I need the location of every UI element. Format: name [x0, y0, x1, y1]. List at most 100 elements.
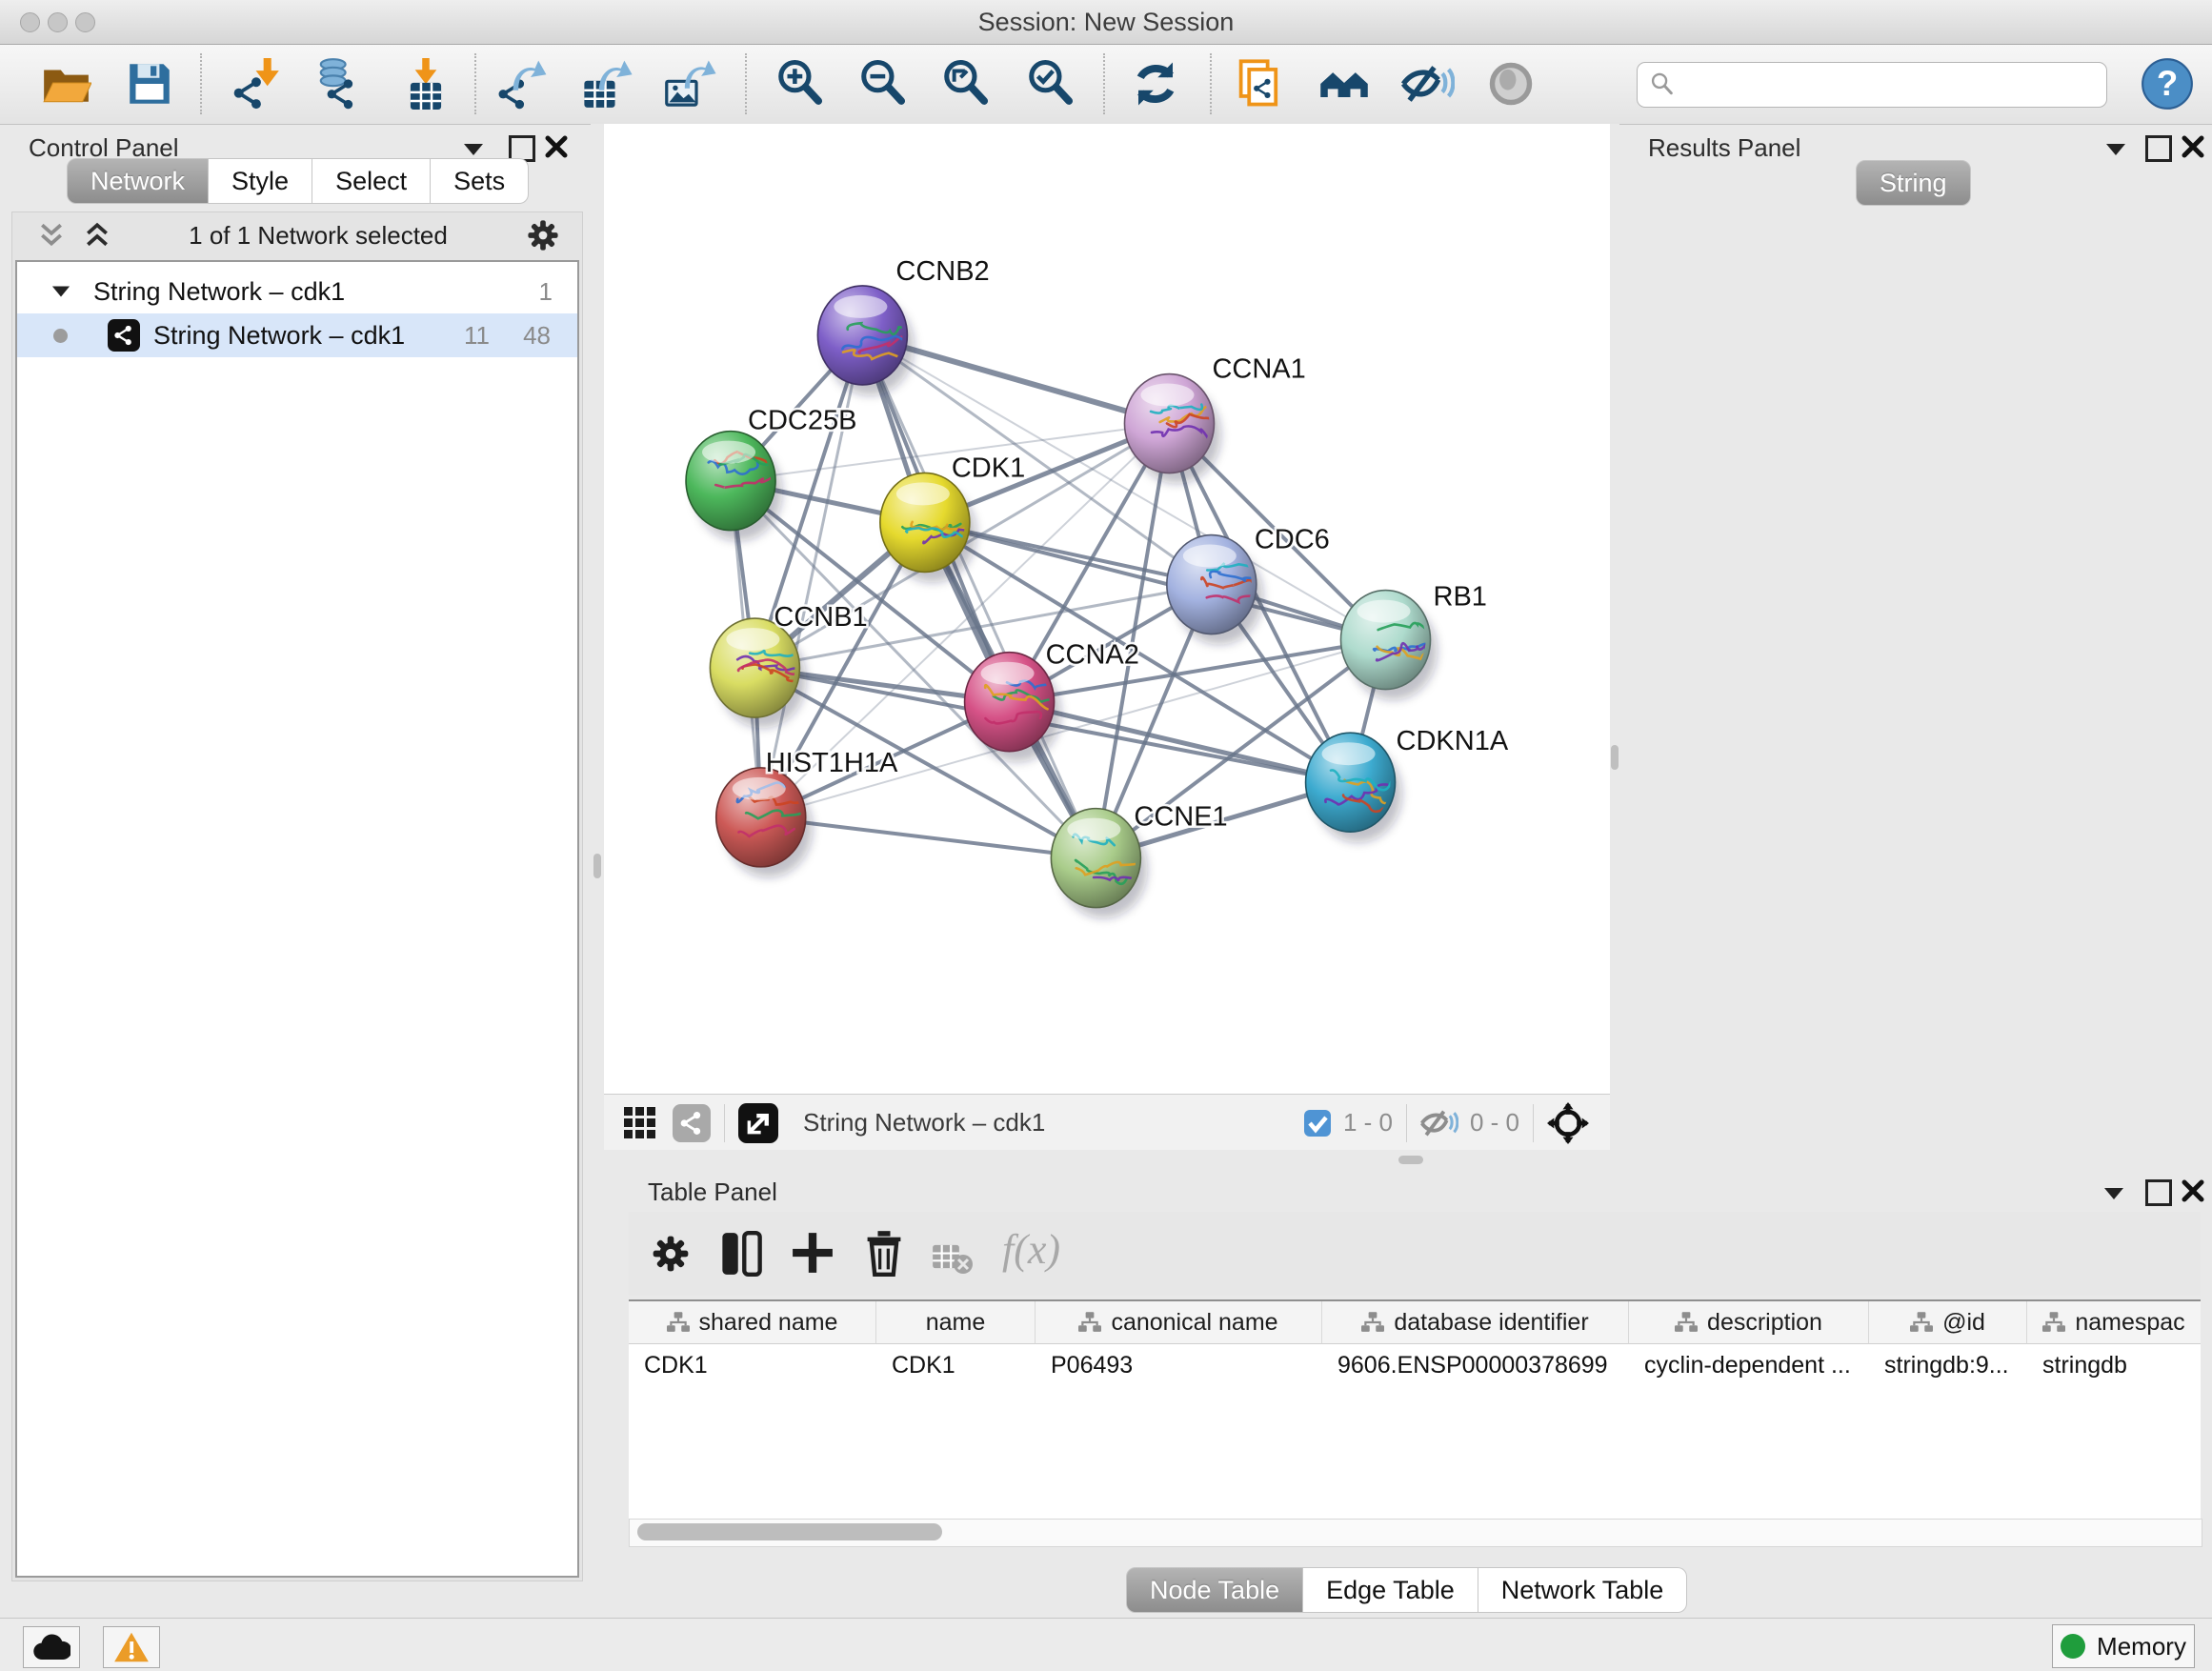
- network-node-RB1[interactable]: [1341, 591, 1438, 700]
- zoom-fit-button[interactable]: [938, 56, 994, 111]
- results-panel-menu-icon[interactable]: [2105, 143, 2126, 156]
- table-gear-icon[interactable]: [652, 1235, 690, 1273]
- table-scrollbar-thumb[interactable]: [637, 1523, 942, 1540]
- export-network-button[interactable]: [495, 56, 551, 111]
- zoom-out-icon: [857, 58, 909, 110]
- table-cell[interactable]: CDK1: [876, 1344, 1050, 1386]
- column-header-canonical-name[interactable]: canonical name: [1036, 1301, 1322, 1344]
- zoom-in-button[interactable]: [773, 56, 828, 111]
- tree-expand-icon[interactable]: [51, 285, 70, 298]
- warnings-button[interactable]: [103, 1626, 160, 1668]
- bottom-splitter-handle[interactable]: [1398, 1156, 1423, 1164]
- memory-status-dot: [2061, 1634, 2085, 1659]
- network-canvas[interactable]: CCNB2CCNA1CDC25BCDK1CDC6RB1CCNB1CCNA2CDK…: [604, 124, 1610, 1094]
- refresh-layout-button[interactable]: [1128, 56, 1183, 111]
- network-node-CDKN1A[interactable]: [1306, 733, 1406, 842]
- left-splitter[interactable]: [591, 124, 604, 1614]
- table-cell[interactable]: cyclin-dependent ...: [1629, 1344, 1883, 1386]
- column-type-icon: [667, 1312, 690, 1333]
- column-header-id[interactable]: @id: [1869, 1301, 2027, 1344]
- table-panel-float-icon[interactable]: [2145, 1179, 2172, 1206]
- toolbar-separator: [474, 53, 476, 114]
- control-panel-close-icon[interactable]: [545, 135, 568, 158]
- add-column-icon[interactable]: [791, 1231, 835, 1275]
- hide-selected-button[interactable]: [1400, 56, 1456, 111]
- first-neighbors-icon: [1317, 57, 1371, 111]
- help-icon: ?: [2141, 57, 2194, 111]
- right-splitter[interactable]: [1610, 124, 1619, 1170]
- table-horizontal-scrollbar[interactable]: [629, 1519, 2202, 1547]
- column-type-icon: [2042, 1312, 2065, 1333]
- results-panel-close-icon[interactable]: [2182, 135, 2204, 158]
- table-panel-menu-icon[interactable]: [2103, 1187, 2124, 1200]
- column-header-description[interactable]: description: [1629, 1301, 1869, 1344]
- zoom-out-button[interactable]: [855, 56, 911, 111]
- network-node-HIST1H1A[interactable]: [716, 768, 813, 877]
- show-all-icon: [1486, 59, 1536, 109]
- export-table-button[interactable]: [579, 56, 634, 111]
- memory-button[interactable]: Memory: [2052, 1624, 2195, 1668]
- left-splitter-handle[interactable]: [593, 854, 601, 878]
- status-bar: Memory: [0, 1618, 2212, 1671]
- table-cell[interactable]: P06493: [1036, 1344, 1337, 1386]
- control-panel-menu-icon[interactable]: [463, 143, 484, 156]
- table-cell[interactable]: stringdb: [2027, 1344, 2212, 1386]
- tab-sets[interactable]: Sets: [431, 158, 529, 204]
- network-collection-row[interactable]: String Network – cdk1 1: [17, 270, 577, 313]
- network-panel-toolbar: 1 of 1 Network selected: [12, 212, 582, 258]
- tab-style[interactable]: Style: [209, 158, 312, 204]
- tab-node-table[interactable]: Node Table: [1126, 1567, 1303, 1613]
- export-image-button[interactable]: [662, 56, 717, 111]
- collapse-all-icon[interactable]: [39, 222, 64, 249]
- network-row[interactable]: String Network – cdk1 11 48: [17, 313, 577, 357]
- hidden-eye-icon[interactable]: [1420, 1108, 1458, 1138]
- tab-network[interactable]: Network: [67, 158, 209, 204]
- tab-network-table[interactable]: Network Table: [1478, 1567, 1688, 1613]
- column-header-database-identifier[interactable]: database identifier: [1322, 1301, 1629, 1344]
- tab-string[interactable]: String: [1856, 160, 1971, 206]
- help-button[interactable]: ?: [2140, 56, 2195, 111]
- results-panel-title: Results Panel: [1648, 133, 1800, 163]
- network-node-CDC25B[interactable]: [686, 432, 782, 541]
- column-header-namespace[interactable]: namespac: [2027, 1301, 2201, 1344]
- import-network-file-button[interactable]: [231, 56, 286, 111]
- column-header-name[interactable]: name: [876, 1301, 1036, 1344]
- expand-all-icon[interactable]: [85, 222, 110, 249]
- show-all-button[interactable]: [1483, 56, 1538, 111]
- first-neighbors-button[interactable]: [1317, 56, 1372, 111]
- table-cell[interactable]: 9606.ENSP00000378699: [1322, 1344, 1643, 1386]
- node-label: CCNA2: [1046, 640, 1139, 671]
- network-node-CCNA1[interactable]: [1124, 374, 1237, 484]
- selected-checkbox-icon[interactable]: [1303, 1109, 1332, 1137]
- column-header-shared-name[interactable]: shared name: [629, 1301, 876, 1344]
- refresh-layout-icon: [1130, 58, 1181, 110]
- search-input[interactable]: [1683, 66, 2097, 104]
- share-view-icon[interactable]: [673, 1104, 711, 1142]
- grid-view-icon[interactable]: [623, 1106, 657, 1140]
- network-node-CCNB1[interactable]: [710, 618, 822, 728]
- save-session-button[interactable]: [122, 56, 177, 111]
- results-panel-float-icon[interactable]: [2145, 135, 2172, 162]
- tab-select[interactable]: Select: [312, 158, 431, 204]
- show-columns-icon[interactable]: [720, 1231, 762, 1277]
- network-node-CCNB2[interactable]: [817, 286, 914, 395]
- copy-network-button[interactable]: [1232, 56, 1287, 111]
- tab-edge-table[interactable]: Edge Table: [1303, 1567, 1478, 1613]
- import-table-button[interactable]: [398, 56, 453, 111]
- right-splitter-handle[interactable]: [1611, 745, 1619, 770]
- search-field[interactable]: [1637, 62, 2107, 108]
- detach-view-icon[interactable]: [738, 1103, 778, 1143]
- table-cell[interactable]: CDK1: [629, 1344, 891, 1386]
- gear-icon[interactable]: [527, 219, 559, 252]
- birdseye-icon[interactable]: [1547, 1102, 1589, 1144]
- import-network-database-button[interactable]: [310, 56, 365, 111]
- zoom-selected-button[interactable]: [1023, 56, 1078, 111]
- cloud-status-button[interactable]: [23, 1626, 80, 1668]
- node-table: shared name name canonical name database…: [629, 1299, 2201, 1519]
- open-session-button[interactable]: [38, 56, 93, 111]
- network-graph[interactable]: CCNB2CCNA1CDC25BCDK1CDC6RB1CCNB1CCNA2CDK…: [604, 124, 1610, 1094]
- table-panel-close-icon[interactable]: [2182, 1179, 2204, 1202]
- network-node-count: 11: [464, 321, 490, 351]
- table-cell[interactable]: stringdb:9...: [1869, 1344, 2041, 1386]
- delete-column-icon[interactable]: [863, 1229, 905, 1277]
